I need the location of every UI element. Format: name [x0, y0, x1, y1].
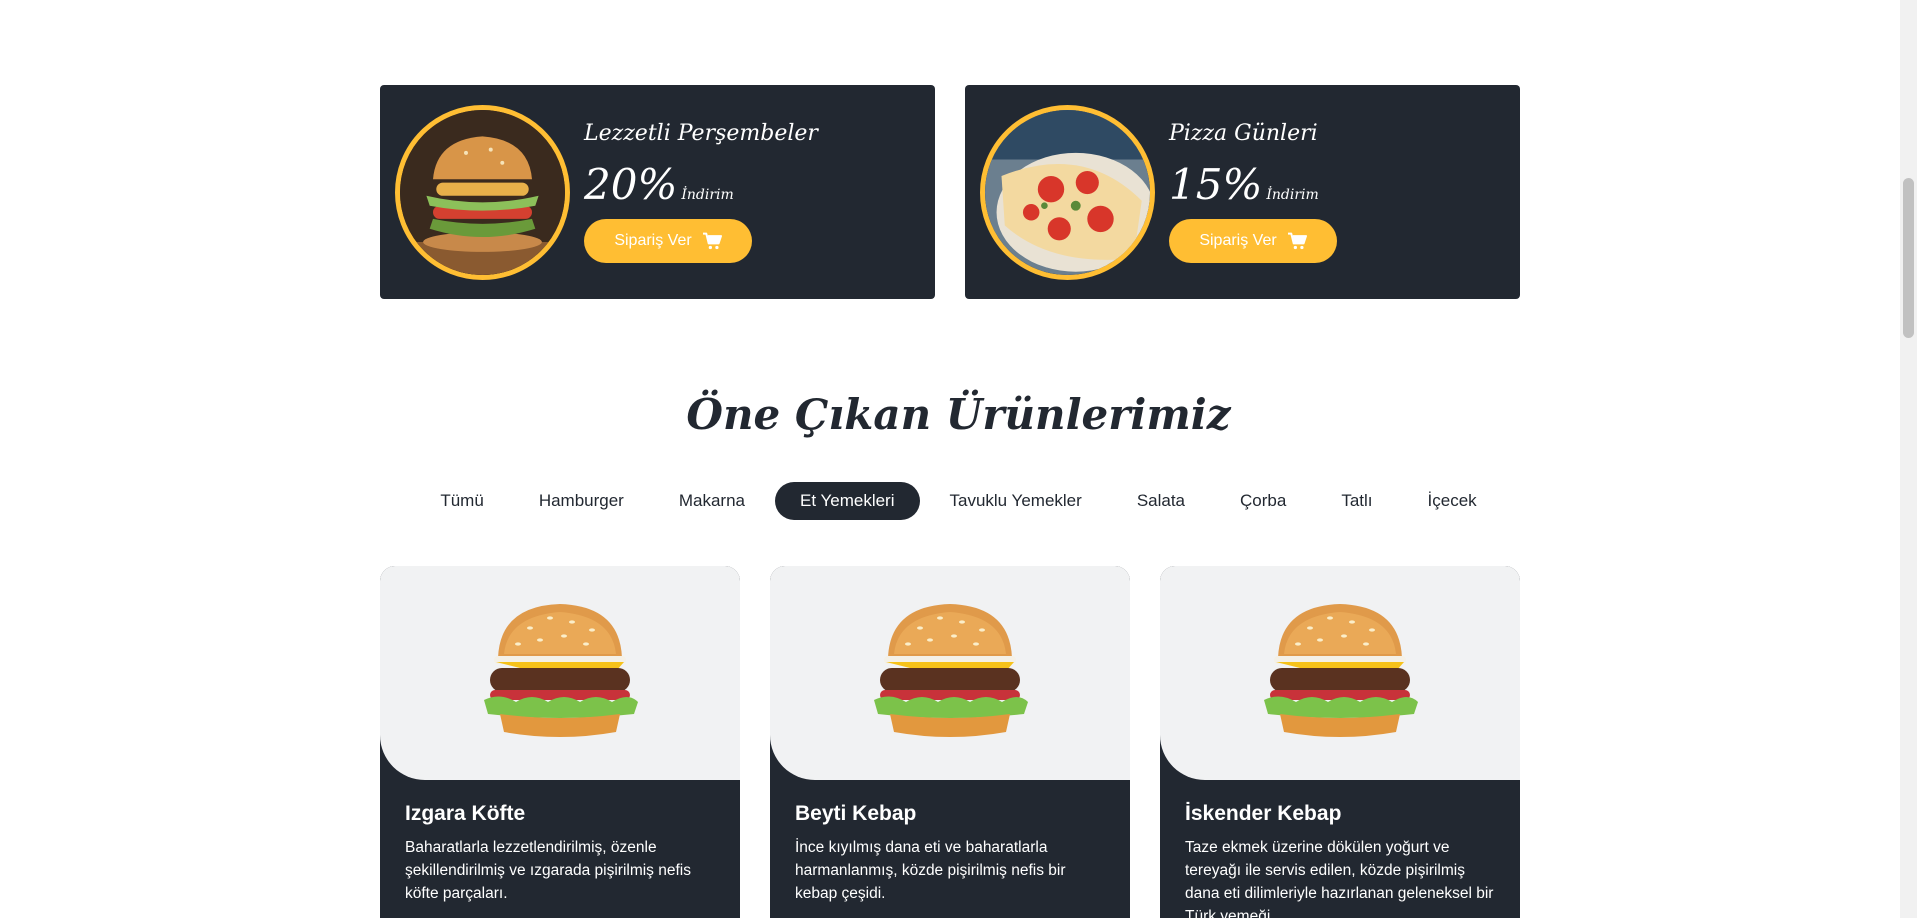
product-image	[1160, 566, 1520, 780]
burger-icon	[874, 604, 1028, 737]
offer-pizza-image	[980, 105, 1155, 280]
offer-burger-image	[395, 105, 570, 280]
product-card[interactable]: Izgara Köfte Baharatlarla lezzetlendiril…	[380, 566, 740, 918]
page: Lezzetli Perşembeler 20% İndirim Sipariş …	[0, 0, 1917, 918]
scrollbar-thumb[interactable]	[1903, 178, 1914, 338]
filter-tab-pasta[interactable]: Makarna	[654, 482, 770, 520]
order-button[interactable]: Sipariş Ver	[584, 219, 752, 263]
filter-tab-all[interactable]: Tümü	[415, 482, 508, 520]
cart-icon	[1287, 232, 1307, 250]
filter-tab-salad[interactable]: Salata	[1112, 482, 1210, 520]
product-title: Izgara Köfte	[405, 802, 526, 825]
offer-title: Pizza Günleri	[1169, 121, 1318, 146]
filter-tab-chicken[interactable]: Tavuklu Yemekler	[925, 482, 1107, 520]
offer-discount-label: İndirim	[1266, 187, 1319, 203]
order-button-label: Sipariş Ver	[1199, 232, 1277, 249]
burger-photo-icon	[400, 110, 565, 275]
offer-card-pizza: Pizza Günleri 15% İndirim Sipariş Ver	[965, 85, 1520, 299]
product-image	[770, 566, 1130, 780]
product-description: Taze ekmek üzerine dökülen yoğurt ve ter…	[1185, 839, 1494, 918]
section-title: Öne Çıkan Ürünlerimiz	[686, 390, 1231, 439]
product-title: Beyti Kebap	[795, 802, 917, 825]
page-scrollbar[interactable]	[1900, 0, 1917, 918]
offer-card-thursday: Lezzetli Perşembeler 20% İndirim Sipariş …	[380, 85, 935, 299]
filter-tab-meat[interactable]: Et Yemekleri	[775, 482, 920, 520]
burger-icon	[1264, 604, 1418, 737]
filter-tab-hamburger[interactable]: Hamburger	[514, 482, 649, 520]
product-image	[380, 566, 740, 780]
order-button-label: Sipariş Ver	[614, 232, 692, 249]
offer-amount: 20% İndirim	[584, 160, 734, 209]
offer-percent: 15%	[1169, 160, 1263, 209]
product-description: Baharatlarla lezzetlendirilmiş, özenle ş…	[405, 839, 691, 902]
burger-icon	[484, 604, 638, 737]
order-button[interactable]: Sipariş Ver	[1169, 219, 1337, 263]
pizza-photo-icon	[985, 110, 1150, 275]
filter-tab-dessert[interactable]: Tatlı	[1316, 482, 1397, 520]
product-description: İnce kıyılmış dana eti ve baharatlarla h…	[795, 839, 1066, 902]
cart-icon	[702, 232, 722, 250]
product-title: İskender Kebap	[1185, 802, 1342, 825]
filter-tab-drinks[interactable]: İçecek	[1403, 482, 1502, 520]
product-card[interactable]: İskender Kebap Taze ekmek üzerine döküle…	[1160, 566, 1520, 918]
offer-discount-label: İndirim	[681, 187, 734, 203]
offer-title: Lezzetli Perşembeler	[584, 121, 818, 146]
filter-tabs: Tümü Hamburger Makarna Et Yemekleri Tavu…	[0, 482, 1917, 520]
product-card[interactable]: Beyti Kebap İnce kıyılmış dana eti ve ba…	[770, 566, 1130, 918]
offer-amount: 15% İndirim	[1169, 160, 1319, 209]
offer-percent: 20%	[584, 160, 678, 209]
filter-tab-soup[interactable]: Çorba	[1215, 482, 1311, 520]
